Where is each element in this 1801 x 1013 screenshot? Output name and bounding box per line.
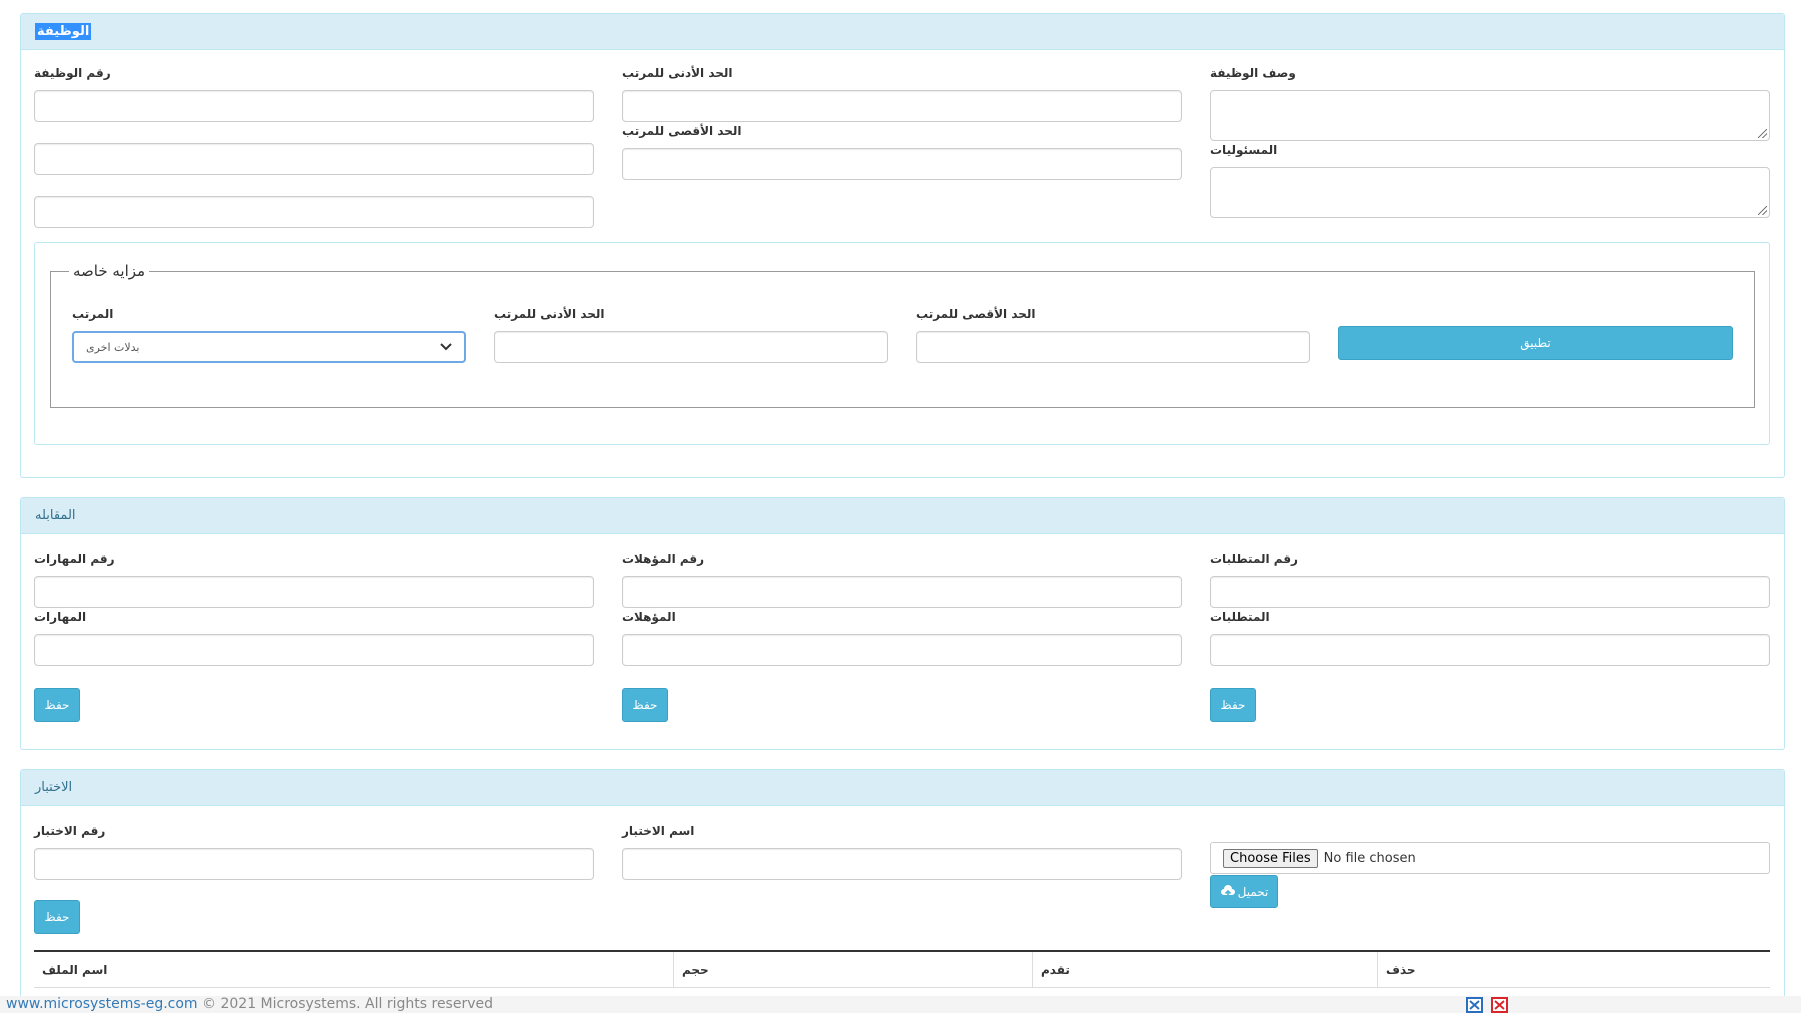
apply-button[interactable]: تطبيق	[1338, 326, 1733, 360]
qualifications-label: المؤهلات	[622, 610, 676, 624]
min-salary-label: الحد الأدنى للمرتب	[622, 66, 733, 80]
benefit-min-salary-label: الحد الأدنى للمرتب	[494, 307, 605, 321]
col-size: حجم	[673, 952, 1032, 988]
benefit-salary-select[interactable]: بدلات اخرى	[72, 331, 466, 363]
footer: www.microsystems-eg.com © 2021 Microsyst…	[0, 996, 1801, 1013]
footer-copyright: © 2021 Microsystems. All rights reserved	[197, 996, 493, 1012]
files-table-header: اسم الملف حجم تقدم حذف	[34, 950, 1770, 988]
col-progress: تقدم	[1032, 952, 1377, 988]
max-salary-input[interactable]	[622, 148, 1182, 180]
max-salary-label: الحد الأقصى للمرتب	[622, 124, 742, 138]
qualifications-number-input[interactable]	[622, 576, 1182, 608]
skills-label: المهارات	[34, 610, 87, 624]
save-skills-button[interactable]: حفظ	[34, 688, 80, 722]
job-extra-input-2[interactable]	[34, 196, 594, 228]
job-extra-input-1[interactable]	[34, 143, 594, 175]
min-salary-input[interactable]	[622, 90, 1182, 122]
cloud-upload-icon	[1220, 884, 1235, 898]
benefit-min-salary-input[interactable]	[494, 331, 888, 363]
skills-number-input[interactable]	[34, 576, 594, 608]
skills-number-label: رقم المهارات	[34, 552, 115, 566]
test-name-input[interactable]	[622, 848, 1182, 880]
interview-panel-heading: المقابله	[21, 498, 1784, 534]
save-requirements-button[interactable]: حفظ	[1210, 688, 1256, 722]
chevron-down-icon	[440, 343, 452, 351]
responsibilities-textarea[interactable]	[1210, 167, 1770, 218]
col-file-name: اسم الملف	[42, 963, 108, 977]
job-description-textarea[interactable]	[1210, 90, 1770, 141]
benefit-salary-label: المرتب	[72, 307, 114, 321]
job-number-input[interactable]	[34, 90, 594, 122]
job-number-label: رقم الوظيفة	[34, 66, 111, 80]
footer-link[interactable]: www.microsystems-eg.com	[6, 996, 198, 1012]
requirements-number-input[interactable]	[1210, 576, 1770, 608]
job-panel-title: الوظيفة	[35, 23, 92, 40]
upload-button[interactable]: تحميل	[1210, 875, 1278, 908]
qualifications-input[interactable]	[622, 634, 1182, 666]
save-qualifications-button[interactable]: حفظ	[622, 688, 668, 722]
save-test-button[interactable]: حفظ	[34, 900, 80, 934]
test-panel-title: الاختبار	[35, 780, 73, 795]
test-number-input[interactable]	[34, 848, 594, 880]
no-file-text: No file chosen	[1323, 850, 1416, 866]
benefit-max-salary-input[interactable]	[916, 331, 1310, 363]
special-benefits-legend: مزايه خاصه	[73, 262, 146, 280]
skills-input[interactable]	[34, 634, 594, 666]
resize-grip-icon[interactable]	[1758, 206, 1767, 215]
test-panel-heading: الاختبار	[21, 770, 1784, 806]
job-description-label: وصف الوظيفة	[1210, 66, 1296, 80]
job-panel-heading: الوظيفة	[21, 14, 1784, 50]
file-input[interactable]: Choose Files No file chosen	[1210, 842, 1770, 874]
responsibilities-label: المسئوليات	[1210, 143, 1278, 157]
close-red-icon[interactable]	[1491, 997, 1508, 1013]
resize-grip-icon[interactable]	[1758, 129, 1767, 138]
requirements-number-label: رقم المتطلبات	[1210, 552, 1298, 566]
benefit-max-salary-label: الحد الأقصى للمرتب	[916, 307, 1036, 321]
col-delete: حذف	[1377, 952, 1770, 988]
interview-panel: المقابله	[20, 497, 1785, 750]
close-blue-icon[interactable]	[1466, 997, 1483, 1013]
test-number-label: رقم الاختبار	[34, 824, 106, 838]
benefit-salary-selected: بدلات اخرى	[86, 340, 140, 354]
requirements-input[interactable]	[1210, 634, 1770, 666]
requirements-label: المتطلبات	[1210, 610, 1270, 624]
choose-files-button[interactable]: Choose Files	[1223, 848, 1318, 868]
test-name-label: اسم الاختبار	[622, 824, 695, 838]
upload-label: تحميل	[1237, 884, 1269, 899]
qualifications-number-label: رقم المؤهلات	[622, 552, 705, 566]
interview-panel-title: المقابله	[35, 508, 76, 523]
